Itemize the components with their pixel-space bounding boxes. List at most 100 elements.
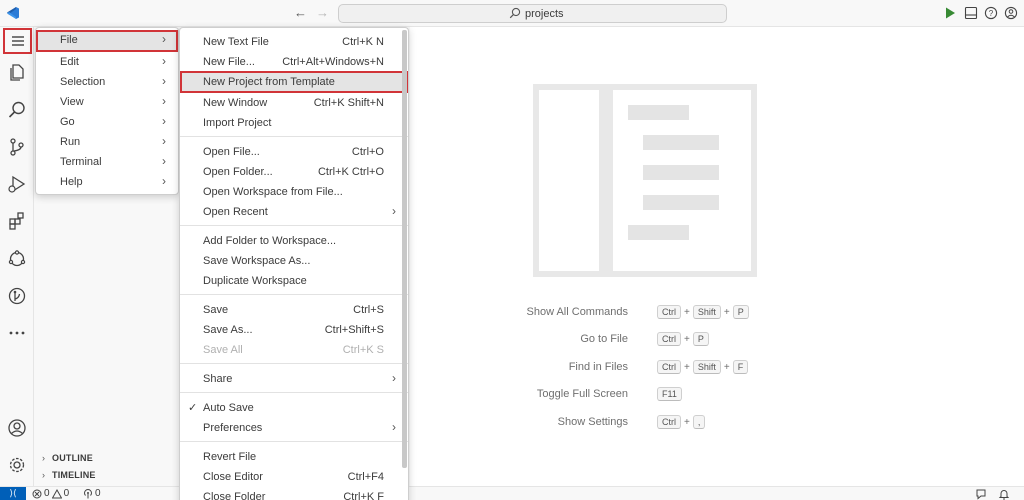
menu-item-close-editor[interactable]: Close Editor Ctrl+F4 <box>180 467 408 487</box>
menu-item-open-folder[interactable]: Open Folder... Ctrl+K Ctrl+O <box>180 162 408 182</box>
key-cap: Ctrl <box>657 332 681 346</box>
account-icon[interactable] <box>1004 6 1018 20</box>
chevron-right-icon: › <box>392 420 396 434</box>
run-debug-button[interactable] <box>5 172 29 196</box>
problems-indicator[interactable]: 0 0 <box>32 488 69 499</box>
extensions-button[interactable] <box>5 209 29 233</box>
application-menu-button[interactable] <box>3 28 32 54</box>
key-cap: Shift <box>692 360 721 374</box>
help-icon[interactable]: ? <box>984 6 998 20</box>
ports-indicator[interactable]: 0 <box>83 488 101 499</box>
menu-item-preferences[interactable]: Preferences › <box>180 418 408 438</box>
panel-layout-icon[interactable] <box>964 6 978 20</box>
key-cap: P <box>692 332 709 346</box>
menu-item-save-workspace-as[interactable]: Save Workspace As... <box>180 251 408 271</box>
menu-item-view[interactable]: View › <box>36 92 178 112</box>
run-play-icon[interactable] <box>943 6 957 20</box>
broadcast-icon <box>84 488 92 498</box>
chevron-right-icon: › <box>162 174 166 188</box>
status-bar: ⟩⟨ 0 0 0 <box>0 486 1024 500</box>
shortcut-label: Find in Files <box>568 361 628 373</box>
warning-icon <box>51 488 62 498</box>
outline-label: OUTLINE <box>52 453 93 463</box>
key-cap: Ctrl <box>657 360 681 374</box>
menu-scrollbar[interactable] <box>402 30 407 468</box>
menu-item-open-file[interactable]: Open File... Ctrl+O <box>180 142 408 162</box>
shortcut-label: Show Settings <box>557 416 628 428</box>
menu-item-edit[interactable]: Edit › <box>36 52 178 72</box>
key-cap: F <box>732 360 749 374</box>
menu-item-duplicate-workspace[interactable]: Duplicate Workspace <box>180 271 408 291</box>
menu-item-save-all: Save All Ctrl+K S <box>203 344 384 356</box>
menu-item-revert-file[interactable]: Revert File <box>180 447 408 467</box>
shortcut-show-all-commands: Show All Commands Ctrl + Shift + P <box>480 305 780 321</box>
menu-item-new-text-file[interactable]: New Text File Ctrl+K N <box>180 32 408 52</box>
menu-item-help[interactable]: Help › <box>36 172 178 192</box>
checkmark-icon: ✓ <box>188 402 198 414</box>
menu-item-open-workspace-from-file[interactable]: Open Workspace from File... <box>180 182 408 202</box>
explorer-button[interactable] <box>5 60 29 84</box>
menu-separator <box>180 294 408 295</box>
file-submenu: New Text File Ctrl+K N New File... Ctrl+… <box>179 27 409 500</box>
chevron-right-icon: › <box>42 453 46 463</box>
menu-item-selection[interactable]: Selection › <box>36 72 178 92</box>
forward-arrow-icon[interactable]: → <box>316 5 329 21</box>
menu-item-save[interactable]: Save Ctrl+S <box>180 300 408 320</box>
command-center-search[interactable]: projects <box>338 4 727 23</box>
menu-item-go[interactable]: Go › <box>36 112 178 132</box>
menu-item-terminal[interactable]: Terminal › <box>36 152 178 172</box>
feedback-icon[interactable] <box>975 488 987 500</box>
remote-indicator-icon: ⟩⟨ <box>9 488 17 498</box>
menu-separator <box>180 225 408 226</box>
menu-item-new-file[interactable]: New File... Ctrl+Alt+Windows+N <box>180 52 408 72</box>
error-icon <box>32 489 42 498</box>
more-views-button[interactable] <box>5 321 29 345</box>
remote-indicator[interactable]: ⟩⟨ <box>0 487 26 500</box>
menu-item-close-folder[interactable]: Close Folder Ctrl+K F <box>180 487 408 500</box>
menu-separator <box>180 136 408 137</box>
shortcut-find-in-files: Find in Files Ctrl + Shift + F <box>480 360 780 376</box>
gear-icon <box>9 457 25 473</box>
source-control-icon <box>10 138 24 156</box>
menu-item-share[interactable]: Share › <box>180 369 408 389</box>
chevron-right-icon: › <box>162 134 166 148</box>
error-count: 0 <box>44 488 50 499</box>
source-control-button[interactable] <box>5 135 29 159</box>
outline-section-header[interactable]: › OUTLINE <box>42 453 93 463</box>
shortcut-toggle-full-screen: Toggle Full Screen F11 <box>480 387 780 403</box>
menu-item-import-project[interactable]: Import Project <box>180 113 408 133</box>
menu-item-file[interactable]: File › <box>36 30 178 52</box>
gitlens-button[interactable] <box>5 284 29 308</box>
menu-icon <box>11 36 24 46</box>
key-cap: Ctrl <box>657 305 681 319</box>
back-arrow-icon[interactable]: ← <box>294 5 307 21</box>
key-cap: F11 <box>657 387 682 401</box>
timeline-section-header[interactable]: › TIMELINE <box>42 470 96 480</box>
menu-item-run[interactable]: Run › <box>36 132 178 152</box>
accounts-button[interactable] <box>5 416 29 440</box>
activity-bar <box>0 27 34 486</box>
menu-item-new-window[interactable]: New Window Ctrl+K Shift+N <box>180 93 408 113</box>
menu-separator <box>180 392 408 393</box>
search-button[interactable] <box>5 98 29 122</box>
accounts-icon <box>8 419 26 437</box>
menu-item-open-recent[interactable]: Open Recent › <box>180 202 408 222</box>
bell-icon[interactable] <box>998 488 1010 500</box>
chevron-right-icon: › <box>162 54 166 68</box>
menu-item-add-folder-to-workspace[interactable]: Add Folder to Workspace... <box>180 231 408 251</box>
key-cap: Shift <box>692 305 721 319</box>
menu-item-new-project-from-template[interactable]: New Project from Template <box>180 71 408 93</box>
remote-explorer-button[interactable] <box>5 247 29 271</box>
run-debug-icon <box>8 175 26 193</box>
key-cap: , <box>692 415 706 429</box>
chevron-right-icon: › <box>392 204 396 218</box>
menu-item-save-as[interactable]: Save As... Ctrl+Shift+S <box>180 320 408 340</box>
command-center-text: projects <box>525 8 564 20</box>
chevron-right-icon: › <box>42 470 46 480</box>
key-cap: Ctrl <box>657 415 681 429</box>
app-logo-icon <box>7 7 19 19</box>
menu-item-auto-save[interactable]: ✓ Auto Save <box>180 398 408 418</box>
shortcut-label: Toggle Full Screen <box>536 388 628 400</box>
manage-button[interactable] <box>5 453 29 477</box>
search-icon <box>509 7 521 19</box>
